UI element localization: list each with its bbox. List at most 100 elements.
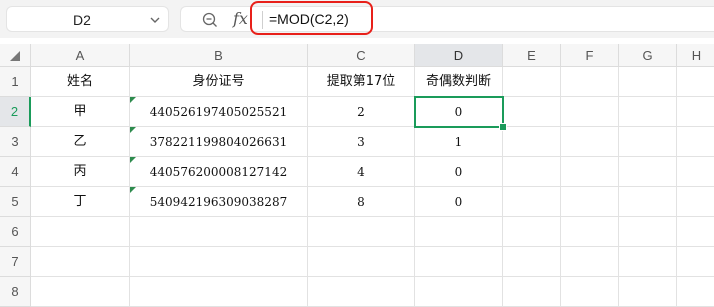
zoom-icon[interactable]: [201, 11, 219, 29]
column-header-f[interactable]: F: [561, 44, 619, 67]
cell-c2[interactable]: 2: [308, 97, 415, 127]
cell-b7[interactable]: [130, 247, 308, 277]
column-header-g[interactable]: G: [619, 44, 677, 67]
cell-h2[interactable]: [677, 97, 714, 127]
select-all-corner[interactable]: [0, 44, 31, 67]
column-header-b[interactable]: B: [130, 44, 308, 67]
cell-g4[interactable]: [619, 157, 677, 187]
cell-a3[interactable]: 乙: [31, 127, 130, 157]
column-header-h[interactable]: H: [677, 44, 714, 67]
formula-separator: [262, 11, 263, 29]
cell-b6[interactable]: [130, 217, 308, 247]
cell-g6[interactable]: [619, 217, 677, 247]
column-header-row: A B C D E F G H: [0, 44, 714, 67]
fill-handle[interactable]: [499, 123, 507, 131]
cell-c5[interactable]: 8: [308, 187, 415, 217]
cell-h8[interactable]: [677, 277, 714, 307]
cell-h5[interactable]: [677, 187, 714, 217]
chevron-down-icon[interactable]: [148, 13, 162, 27]
column-header-e[interactable]: E: [503, 44, 561, 67]
cell-d1[interactable]: 奇偶数判断: [415, 67, 503, 97]
column-header-d[interactable]: D: [415, 44, 503, 67]
table-row: 7: [0, 247, 714, 277]
cell-h3[interactable]: [677, 127, 714, 157]
cell-d4[interactable]: 0: [415, 157, 503, 187]
cell-g3[interactable]: [619, 127, 677, 157]
cell-d8[interactable]: [415, 277, 503, 307]
cell-c8[interactable]: [308, 277, 415, 307]
cell-a6[interactable]: [31, 217, 130, 247]
row-header[interactable]: 2: [0, 97, 31, 127]
cell-d3[interactable]: 1: [415, 127, 503, 157]
cell-g5[interactable]: [619, 187, 677, 217]
cell-e4[interactable]: [503, 157, 561, 187]
cell-h4[interactable]: [677, 157, 714, 187]
cell-e3[interactable]: [503, 127, 561, 157]
active-cell-border: [414, 96, 504, 128]
cell-c1[interactable]: 提取第17位: [308, 67, 415, 97]
row-header[interactable]: 4: [0, 157, 31, 187]
text-number-warning-icon: [130, 157, 136, 163]
cell-e5[interactable]: [503, 187, 561, 217]
formula-bar: D2 fx =MOD(C2,2): [0, 0, 714, 38]
cell-a2[interactable]: 甲: [31, 97, 130, 127]
row-header[interactable]: 1: [0, 67, 31, 97]
cell-f6[interactable]: [561, 217, 619, 247]
cell-g8[interactable]: [619, 277, 677, 307]
cell-b5[interactable]: 540942196309038287: [130, 187, 308, 217]
cell-b4-value: 440576200008127142: [149, 165, 288, 179]
row-header[interactable]: 6: [0, 217, 31, 247]
cell-f1[interactable]: [561, 67, 619, 97]
cell-a4[interactable]: 丙: [31, 157, 130, 187]
cell-f5[interactable]: [561, 187, 619, 217]
cell-h6[interactable]: [677, 217, 714, 247]
cell-c7[interactable]: [308, 247, 415, 277]
cell-f2[interactable]: [561, 97, 619, 127]
cell-b4[interactable]: 440576200008127142: [130, 157, 308, 187]
cell-e7[interactable]: [503, 247, 561, 277]
text-number-warning-icon: [130, 97, 136, 103]
cell-d6[interactable]: [415, 217, 503, 247]
row-header[interactable]: 5: [0, 187, 31, 217]
cell-b5-value: 540942196309038287: [149, 195, 288, 209]
select-all-icon: [10, 51, 20, 61]
name-box[interactable]: D2: [6, 6, 169, 32]
row-header[interactable]: 7: [0, 247, 31, 277]
cell-c6[interactable]: [308, 217, 415, 247]
cell-b3[interactable]: 378221199804026631: [130, 127, 308, 157]
cell-b2[interactable]: 440526197405025521: [130, 97, 308, 127]
table-row: 5 丁 540942196309038287 8 0: [0, 187, 714, 217]
cell-a1[interactable]: 姓名: [31, 67, 130, 97]
cell-e6[interactable]: [503, 217, 561, 247]
cell-c4[interactable]: 4: [308, 157, 415, 187]
cell-f8[interactable]: [561, 277, 619, 307]
fx-icon[interactable]: fx: [233, 9, 248, 28]
cell-e2[interactable]: [503, 97, 561, 127]
cell-a5[interactable]: 丁: [31, 187, 130, 217]
table-row: 6: [0, 217, 714, 247]
cell-f7[interactable]: [561, 247, 619, 277]
cell-b1[interactable]: 身份证号: [130, 67, 308, 97]
cell-d7[interactable]: [415, 247, 503, 277]
column-header-c[interactable]: C: [308, 44, 415, 67]
cell-e8[interactable]: [503, 277, 561, 307]
row-header[interactable]: 3: [0, 127, 31, 157]
table-row: 8: [0, 277, 714, 307]
formula-input-area[interactable]: fx =MOD(C2,2): [180, 6, 714, 32]
formula-text[interactable]: =MOD(C2,2): [269, 7, 349, 31]
cell-h7[interactable]: [677, 247, 714, 277]
cell-a7[interactable]: [31, 247, 130, 277]
cell-c3[interactable]: 3: [308, 127, 415, 157]
cell-f3[interactable]: [561, 127, 619, 157]
cell-g2[interactable]: [619, 97, 677, 127]
cell-d5[interactable]: 0: [415, 187, 503, 217]
cell-f4[interactable]: [561, 157, 619, 187]
cell-e1[interactable]: [503, 67, 561, 97]
cell-h1[interactable]: [677, 67, 714, 97]
cell-g1[interactable]: [619, 67, 677, 97]
column-header-a[interactable]: A: [31, 44, 130, 67]
cell-a8[interactable]: [31, 277, 130, 307]
cell-g7[interactable]: [619, 247, 677, 277]
cell-b8[interactable]: [130, 277, 308, 307]
row-header[interactable]: 8: [0, 277, 31, 307]
